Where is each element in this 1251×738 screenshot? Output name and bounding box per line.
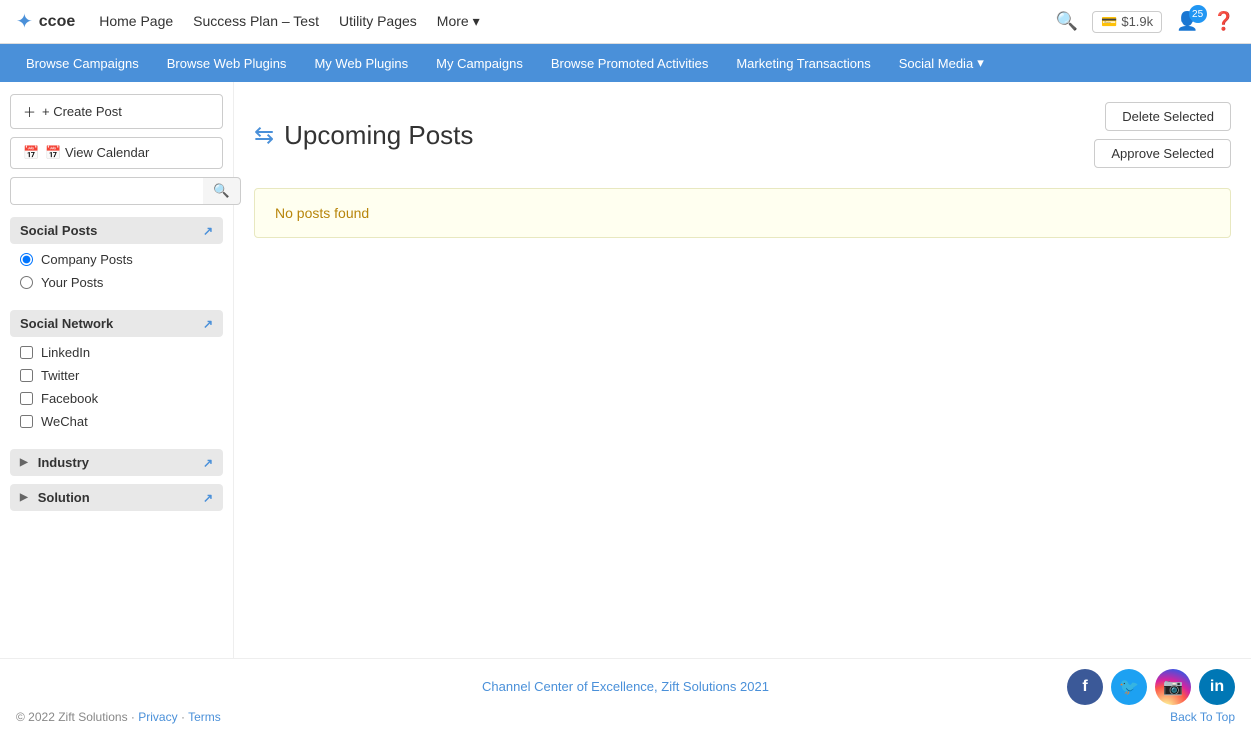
approve-selected-button[interactable]: Approve Selected [1094, 139, 1231, 168]
no-posts-message: No posts found [254, 188, 1231, 238]
share-icon: ⇆ [254, 121, 274, 150]
footer-bottom: © 2022 Zift Solutions · Privacy · Terms … [16, 710, 1235, 724]
nav-more[interactable]: More [437, 13, 480, 30]
solution-section: ▶ Solution ↗ [10, 484, 223, 511]
sec-nav-my-web-plugins[interactable]: My Web Plugins [300, 44, 422, 82]
linkedin-option[interactable]: LinkedIn [20, 345, 213, 360]
external-link-icon: ↗ [203, 224, 213, 238]
footer-credit-text: Channel Center of Excellence, Zift Solut… [482, 679, 769, 694]
logo-icon: ✦ [16, 9, 33, 34]
facebook-checkbox[interactable] [20, 392, 33, 405]
terms-link[interactable]: Terms [188, 710, 221, 724]
search-icon-button[interactable]: 🔍 [1056, 11, 1078, 32]
sidebar: ＋ + Create Post 📅 📅 View Calendar 🔍 Soci… [0, 82, 234, 658]
social-network-content: LinkedIn Twitter Facebook WeChat [10, 337, 223, 441]
wechat-option[interactable]: WeChat [20, 414, 213, 429]
social-posts-content: Company Posts Your Posts [10, 244, 223, 302]
linkedin-checkbox[interactable] [20, 346, 33, 359]
main-layout: ＋ + Create Post 📅 📅 View Calendar 🔍 Soci… [0, 82, 1251, 658]
nav-success-plan[interactable]: Success Plan – Test [193, 13, 319, 30]
company-posts-option[interactable]: Company Posts [20, 252, 213, 267]
create-post-button[interactable]: ＋ + Create Post [10, 94, 223, 129]
twitter-checkbox[interactable] [20, 369, 33, 382]
social-posts-header[interactable]: Social Posts ↗ [10, 217, 223, 244]
social-network-section: Social Network ↗ LinkedIn Twitter Facebo… [10, 310, 223, 441]
industry-label: Industry [38, 455, 89, 470]
notification-button[interactable]: 👤 25 [1176, 11, 1198, 32]
external-link-icon-2: ↗ [203, 317, 213, 331]
facebook-label: Facebook [41, 391, 98, 406]
facebook-social-icon[interactable]: f [1067, 669, 1103, 705]
instagram-social-icon[interactable]: 📷 [1155, 669, 1191, 705]
twitter-social-icon[interactable]: 🐦 [1111, 669, 1147, 705]
footer-legal: © 2022 Zift Solutions · Privacy · Terms [16, 710, 221, 724]
external-link-icon-3: ↗ [203, 456, 213, 470]
collapse-icon-2: ▶ [20, 492, 28, 503]
sec-nav-social-media[interactable]: Social Media ▾ [885, 44, 998, 82]
back-to-top-link[interactable]: Back To Top [1170, 710, 1235, 724]
logo: ✦ ccoe [16, 9, 75, 34]
twitter-option[interactable]: Twitter [20, 368, 213, 383]
facebook-option[interactable]: Facebook [20, 391, 213, 406]
company-posts-label: Company Posts [41, 252, 133, 267]
collapse-icon: ▶ [20, 457, 28, 468]
top-nav: ✦ ccoe Home Page Success Plan – Test Uti… [0, 0, 1251, 44]
linkedin-label: LinkedIn [41, 345, 90, 360]
copyright-text: © 2022 Zift Solutions [16, 710, 128, 724]
social-network-label: Social Network [20, 316, 113, 331]
main-content: ⇆ Upcoming Posts Delete Selected Approve… [234, 82, 1251, 658]
sec-nav-marketing-transactions[interactable]: Marketing Transactions [722, 44, 884, 82]
social-posts-label: Social Posts [20, 223, 97, 238]
top-nav-links: Home Page Success Plan – Test Utility Pa… [99, 13, 1056, 30]
footer-main: Channel Center of Excellence, Zift Solut… [16, 679, 1235, 694]
no-posts-text: No posts found [275, 205, 369, 221]
top-nav-right: 🔍 💳 $1.9k 👤 25 ❓ [1056, 11, 1235, 33]
sec-nav-browse-campaigns[interactable]: Browse Campaigns [12, 44, 153, 82]
credit-card-icon: 💳 [1101, 14, 1117, 30]
solution-label: Solution [38, 490, 90, 505]
social-posts-section: Social Posts ↗ Company Posts Your Posts [10, 217, 223, 302]
industry-header[interactable]: ▶ Industry ↗ [10, 449, 223, 476]
logo-text: ccoe [39, 13, 75, 31]
your-posts-radio[interactable] [20, 276, 33, 289]
nav-home[interactable]: Home Page [99, 13, 173, 30]
sec-nav-browse-web-plugins[interactable]: Browse Web Plugins [153, 44, 301, 82]
notification-badge: 25 [1189, 5, 1207, 23]
wechat-label: WeChat [41, 414, 88, 429]
content-header: ⇆ Upcoming Posts Delete Selected Approve… [254, 102, 1231, 168]
sec-nav-my-campaigns[interactable]: My Campaigns [422, 44, 537, 82]
chevron-down-icon: ▾ [977, 55, 984, 71]
plus-icon: ＋ [23, 102, 36, 121]
action-buttons: Delete Selected Approve Selected [1094, 102, 1231, 168]
delete-selected-button[interactable]: Delete Selected [1105, 102, 1231, 131]
wechat-checkbox[interactable] [20, 415, 33, 428]
search-input[interactable] [10, 177, 203, 205]
your-posts-label: Your Posts [41, 275, 103, 290]
calendar-icon: 📅 [23, 145, 39, 161]
view-calendar-button[interactable]: 📅 📅 View Calendar [10, 137, 223, 169]
twitter-label: Twitter [41, 368, 79, 383]
footer: Channel Center of Excellence, Zift Solut… [0, 658, 1251, 734]
sidebar-search: 🔍 [10, 177, 223, 205]
industry-section: ▶ Industry ↗ [10, 449, 223, 476]
secondary-nav: Browse Campaigns Browse Web Plugins My W… [0, 44, 1251, 82]
company-posts-radio[interactable] [20, 253, 33, 266]
privacy-link[interactable]: Privacy [138, 710, 177, 724]
linkedin-social-icon[interactable]: in [1199, 669, 1235, 705]
your-posts-option[interactable]: Your Posts [20, 275, 213, 290]
credit-box: 💳 $1.9k [1092, 11, 1162, 33]
nav-utility-pages[interactable]: Utility Pages [339, 13, 417, 30]
solution-header[interactable]: ▶ Solution ↗ [10, 484, 223, 511]
external-link-icon-4: ↗ [203, 491, 213, 505]
social-network-header[interactable]: Social Network ↗ [10, 310, 223, 337]
help-button[interactable]: ❓ [1213, 11, 1235, 32]
sec-nav-browse-promoted[interactable]: Browse Promoted Activities [537, 44, 723, 82]
page-title-text: Upcoming Posts [284, 120, 473, 151]
footer-socials: f 🐦 📷 in [1067, 669, 1235, 705]
credit-amount: $1.9k [1121, 14, 1153, 29]
page-title: ⇆ Upcoming Posts [254, 120, 473, 151]
